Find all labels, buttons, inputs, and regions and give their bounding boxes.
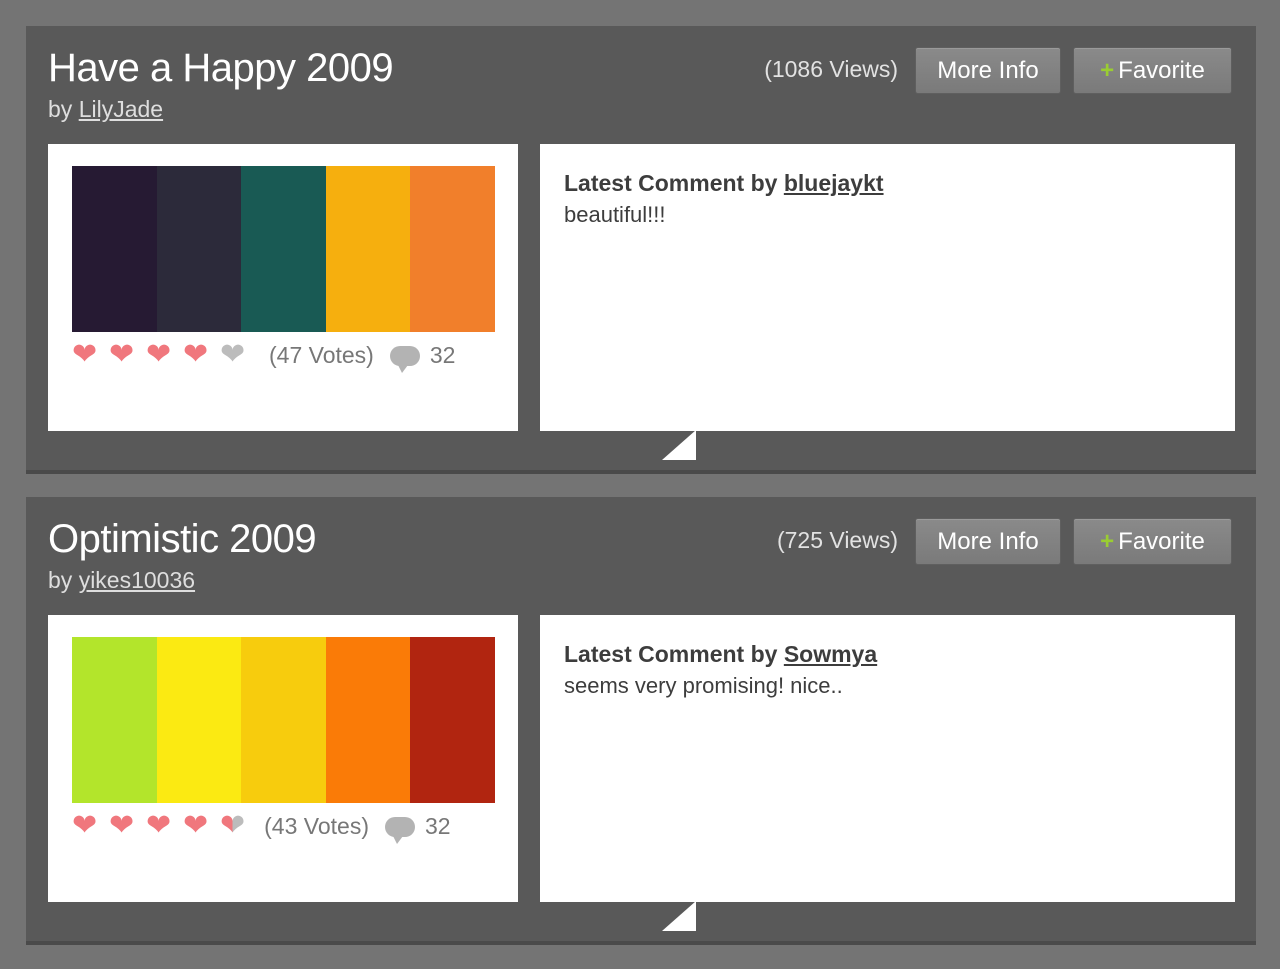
comment-count[interactable]: 32: [430, 342, 456, 369]
color-swatch[interactable]: [410, 637, 495, 803]
byline-prefix: by: [48, 96, 73, 122]
palette-byline: by yikes10036: [48, 567, 195, 594]
plus-icon: +: [1100, 528, 1115, 555]
heart-icon[interactable]: ❤: [183, 811, 220, 841]
color-swatch[interactable]: [241, 166, 326, 332]
heart-icon[interactable]: ❤: [220, 340, 257, 370]
comment-author-link[interactable]: Sowmya: [784, 641, 877, 667]
latest-comment-box: Latest Comment by bluejaykt beautiful!!!: [540, 144, 1235, 431]
palette-title[interactable]: Optimistic 2009: [48, 517, 317, 562]
byline-prefix: by: [48, 567, 73, 593]
color-swatch[interactable]: [156, 637, 242, 803]
latest-comment-box: Latest Comment by Sowmya seems very prom…: [540, 615, 1235, 902]
color-swatch[interactable]: [72, 637, 157, 803]
palette-title[interactable]: Have a Happy 2009: [48, 46, 394, 91]
color-swatch[interactable]: [410, 166, 495, 332]
palette-swatches[interactable]: [72, 637, 495, 803]
speech-tail: [662, 430, 696, 460]
color-swatch[interactable]: [72, 166, 157, 332]
heart-rating[interactable]: ❤ ❤ ❤ ❤ ❤: [72, 811, 252, 841]
more-info-button[interactable]: More Info: [915, 518, 1061, 565]
favorite-button[interactable]: + Favorite: [1073, 518, 1232, 565]
comment-bubble-icon[interactable]: [389, 346, 420, 373]
palette-byline: by LilyJade: [48, 96, 163, 123]
palette-swatches[interactable]: [72, 166, 495, 332]
comment-author-link[interactable]: bluejaykt: [784, 170, 884, 196]
author-link[interactable]: yikes10036: [79, 567, 195, 593]
heart-icon[interactable]: ❤: [220, 811, 245, 841]
heart-rating[interactable]: ❤ ❤ ❤ ❤ ❤: [72, 340, 257, 370]
view-count: (1086 Views): [764, 56, 898, 82]
heart-icon[interactable]: ❤: [109, 340, 146, 370]
vote-count: (43 Votes): [264, 812, 369, 839]
comment-text: seems very promising! nice..: [564, 673, 843, 698]
comment-prefix: Latest Comment by: [564, 170, 778, 196]
heart-icon[interactable]: ❤: [146, 340, 183, 370]
author-link[interactable]: LilyJade: [79, 96, 163, 122]
speech-tail: [662, 901, 696, 931]
favorite-button[interactable]: + Favorite: [1073, 47, 1232, 94]
favorite-label: Favorite: [1118, 57, 1205, 84]
vote-count: (47 Votes): [269, 341, 374, 368]
palette-box: ❤ ❤ ❤ ❤ ❤ (43 Votes) 32: [48, 615, 518, 902]
color-swatch[interactable]: [156, 166, 242, 332]
comment-heading: Latest Comment by bluejaykt: [564, 170, 884, 197]
color-swatch[interactable]: [325, 166, 411, 332]
plus-icon: +: [1100, 57, 1115, 84]
heart-icon[interactable]: ❤: [109, 811, 146, 841]
comment-prefix: Latest Comment by: [564, 641, 778, 667]
color-swatch[interactable]: [241, 637, 326, 803]
view-count: (725 Views): [776, 527, 898, 553]
rating-row: ❤ ❤ ❤ ❤ ❤ (47 Votes) 32: [72, 340, 456, 373]
favorite-label: Favorite: [1118, 528, 1205, 555]
palette-box: ❤ ❤ ❤ ❤ ❤ (47 Votes) 32: [48, 144, 518, 431]
heart-icon[interactable]: ❤: [72, 340, 109, 370]
more-info-button[interactable]: More Info: [915, 47, 1061, 94]
comment-bubble-icon[interactable]: [384, 817, 415, 844]
comment-heading: Latest Comment by Sowmya: [564, 641, 877, 668]
comment-count[interactable]: 32: [425, 813, 451, 840]
rating-row: ❤ ❤ ❤ ❤ ❤ (43 Votes) 32: [72, 811, 451, 844]
color-swatch[interactable]: [325, 637, 411, 803]
heart-icon[interactable]: ❤: [183, 340, 220, 370]
heart-icon[interactable]: ❤: [72, 811, 109, 841]
palette-card: Have a Happy 2009 by LilyJade (1086 View…: [26, 26, 1256, 474]
heart-icon[interactable]: ❤: [146, 811, 183, 841]
palette-card: Optimistic 2009 by yikes10036 (725 Views…: [26, 497, 1256, 945]
comment-text: beautiful!!!: [564, 202, 666, 227]
